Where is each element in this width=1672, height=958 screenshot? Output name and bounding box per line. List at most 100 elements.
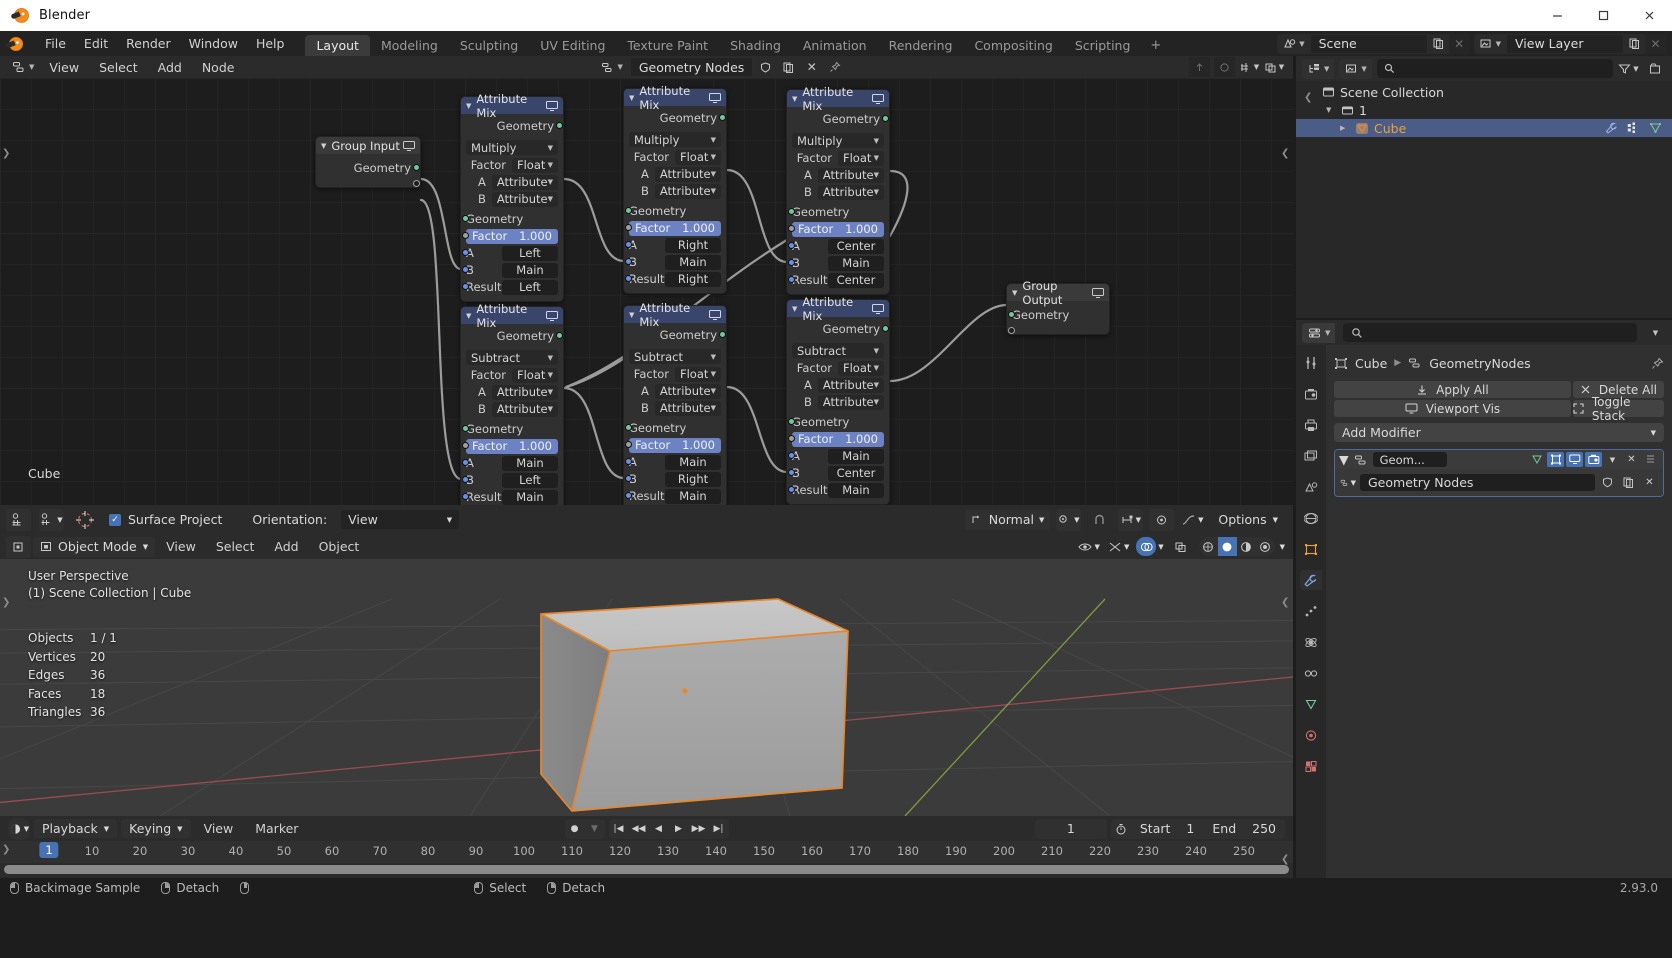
node-snap-parent-icon[interactable] (1189, 57, 1210, 77)
a-type-dropdown[interactable]: Attribute ▼ (491, 174, 558, 190)
tab-compositing[interactable]: Compositing (963, 35, 1063, 56)
transform-orientation-select[interactable]: Normal ▼ (964, 509, 1051, 530)
node-attribute-mix-1[interactable]: ▼ Attribute Mix Geometry Multiply ▼ Facto… (460, 92, 564, 302)
node-attribute-mix-2[interactable]: ▼ Attribute Mix Geometry Multiply ▼ Facto… (623, 84, 727, 294)
b-type-dropdown[interactable]: Attribute ▼ (817, 394, 884, 410)
tab-modifiers[interactable] (1300, 570, 1322, 590)
modifier-wrench-icon[interactable] (1605, 122, 1618, 134)
collapse-triangle-icon[interactable]: ▼ (1012, 289, 1017, 297)
collapse-triangle-icon[interactable]: ▼ (321, 142, 326, 150)
collapse-triangle-icon[interactable]: ▼ (466, 312, 471, 320)
node-header-group-input[interactable]: ▼ Group Input (316, 137, 420, 154)
timeline-editor-type-icon[interactable]: ▼ (8, 817, 30, 840)
timeline-playhead[interactable]: 1 (39, 842, 59, 858)
b-value-field[interactable]: Left (502, 472, 558, 488)
socket-geometry-in[interactable] (461, 425, 469, 432)
modifier-drag-handle-icon[interactable] (1642, 452, 1659, 467)
tab-tool[interactable] (1300, 353, 1322, 373)
node-menu-node[interactable]: Node (193, 57, 244, 78)
jump-end-button[interactable]: ▶| (709, 819, 729, 839)
socket-virtual-out[interactable] (412, 180, 420, 187)
socket-b-in[interactable] (787, 469, 795, 476)
b-value-field[interactable]: Main (828, 255, 884, 271)
node-overlays-icon[interactable]: ▼ (1264, 57, 1285, 77)
factor-slider[interactable]: Factor 1.000 (466, 228, 558, 244)
collapse-triangle-icon[interactable]: ▼ (629, 311, 634, 319)
fake-user-shield-icon[interactable] (1599, 475, 1616, 490)
viewport-menu-select[interactable]: Select (207, 536, 264, 557)
node-header-attribute-mix-4[interactable]: ▼ Attribute Mix (461, 302, 563, 330)
keying-menu[interactable]: Keying ▼ (121, 819, 191, 838)
viewport-canvas[interactable]: User Perspective (1) Scene Collection | … (0, 559, 1293, 816)
node-header-group-output[interactable]: ▼ Group Output (1007, 279, 1109, 307)
node-monitor-icon[interactable] (709, 309, 721, 320)
socket-factor-in[interactable] (461, 232, 469, 239)
scene-icon[interactable]: ▼ (1277, 33, 1310, 54)
overlays-toggle-icon[interactable] (1136, 537, 1157, 556)
factor-type-dropdown[interactable]: Float ▼ (838, 360, 884, 376)
node-attribute-mix-4[interactable]: ▼ Attribute Mix Geometry Subtract ▼ Facto… (460, 302, 564, 505)
socket-a-in[interactable] (787, 452, 795, 459)
node-header-attribute-mix-1[interactable]: ▼ Attribute Mix (461, 92, 563, 120)
node-attribute-mix-3[interactable]: ▼ Attribute Mix Geometry Multiply ▼ Facto… (786, 85, 890, 295)
node-group-input[interactable]: ▼ Group Input Geometry (315, 136, 421, 188)
editor-type-selector[interactable]: ▼ (8, 60, 39, 74)
view-layer-name-field[interactable]: View Layer (1506, 33, 1624, 54)
result-value-field[interactable]: Right (665, 271, 721, 287)
node-monitor-icon[interactable] (403, 140, 415, 151)
operation-dropdown[interactable]: Multiply ▼ (466, 140, 558, 155)
tab-rendering[interactable]: Rendering (878, 35, 964, 56)
outliner-arrow[interactable]: ❮ (1304, 92, 1312, 103)
mesh-data-icon[interactable] (1649, 122, 1662, 134)
timeline-scrollbar[interactable] (4, 865, 1289, 874)
outliner-row-collection[interactable]: ▼ 1 (1296, 101, 1672, 119)
collapse-triangle-icon[interactable]: ▼ (629, 94, 634, 102)
collapse-triangle-icon[interactable]: ▼ (792, 95, 797, 103)
menu-help[interactable]: Help (247, 33, 294, 54)
modifier-render-icon[interactable] (1585, 452, 1602, 467)
viewport-menu-object[interactable]: Object (310, 536, 369, 557)
b-type-dropdown[interactable]: Attribute ▼ (654, 400, 721, 416)
modifier-extras-dropdown-icon[interactable]: ▼ (1604, 452, 1621, 467)
orientation-select[interactable]: View ▼ (341, 510, 460, 529)
socket-geometry-in[interactable] (787, 418, 795, 425)
pin-icon[interactable] (1651, 357, 1664, 370)
a-type-dropdown[interactable]: Attribute ▼ (817, 167, 884, 183)
node-monitor-icon[interactable] (709, 92, 721, 103)
socket-factor-in[interactable] (787, 435, 795, 442)
auto-keying-dropdown-icon[interactable]: ▼ (585, 819, 605, 839)
b-value-field[interactable]: Main (665, 254, 721, 270)
object-mode-select[interactable]: Object Mode ▼ (33, 536, 156, 557)
auto-keying-icon[interactable]: ● (565, 819, 585, 839)
properties-editor-type-icon[interactable]: ▼ (1302, 322, 1336, 343)
breadcrumb-modifier-label[interactable]: GeometryNodes (1429, 356, 1530, 371)
factor-type-dropdown[interactable]: Float ▼ (838, 150, 884, 166)
active-tool-icon[interactable] (6, 508, 31, 531)
outliner-row-cube[interactable]: ▶ Cube (1296, 119, 1672, 137)
socket-geometry-out[interactable] (718, 331, 726, 338)
fake-user-shield-icon[interactable] (755, 57, 777, 77)
factor-type-dropdown[interactable]: Float ▼ (512, 157, 558, 173)
snapping-magnet-icon[interactable] (1087, 509, 1112, 531)
outliner-display-mode-icon[interactable]: ▼ (1339, 58, 1372, 79)
tab-layout[interactable]: Layout (305, 35, 370, 56)
play-button[interactable]: ▶ (669, 819, 689, 839)
maximize-button[interactable] (1580, 0, 1626, 31)
tab-particles[interactable] (1300, 601, 1322, 621)
a-value-field[interactable]: Main (665, 454, 721, 470)
modifier-name-field[interactable]: Geom... (1372, 452, 1447, 467)
factor-slider[interactable]: Factor 1.000 (792, 431, 884, 447)
node-monitor-icon[interactable] (546, 100, 558, 111)
socket-factor-in[interactable] (624, 224, 632, 231)
socket-result-in[interactable] (624, 275, 632, 282)
properties-options-icon[interactable]: ▼ (1645, 323, 1666, 343)
tab-render[interactable] (1300, 384, 1322, 404)
modifier-remove-icon[interactable]: ✕ (1623, 452, 1640, 467)
socket-result-in[interactable] (624, 492, 632, 499)
a-value-field[interactable]: Center (828, 238, 884, 254)
socket-factor-in[interactable] (624, 441, 632, 448)
properties-search-input[interactable] (1343, 323, 1637, 342)
viewport-vis-button[interactable]: Viewport Vis (1334, 400, 1571, 417)
tab-output[interactable] (1300, 415, 1322, 435)
socket-a-in[interactable] (787, 242, 795, 249)
